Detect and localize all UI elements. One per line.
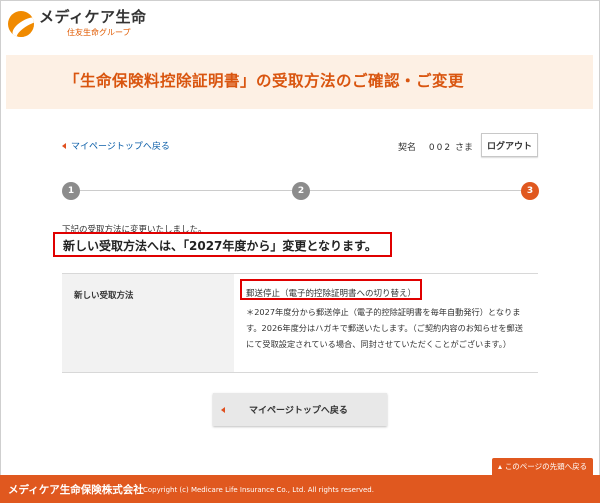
contract-label: 契名	[398, 143, 417, 153]
page-top-label: このページの先頭へ戻る	[504, 462, 588, 471]
table-header-cell: 新しい受取方法	[62, 274, 234, 372]
triangle-left-icon	[221, 406, 225, 413]
logo-mark-icon	[8, 10, 34, 37]
step-1: 1	[62, 182, 80, 200]
contract-suffix: さま	[454, 143, 473, 153]
page-top-button[interactable]: このページの先頭へ戻る	[492, 458, 593, 475]
footer-copyright: Copyright (c) Medicare Life Insurance Co…	[143, 486, 374, 494]
effective-year-message: 新しい受取方法へは、「2027年度から」変更となります。	[63, 239, 377, 253]
brand-name: メディケア生命	[39, 8, 147, 26]
title-band: 「生命保険料控除証明書」の受取方法のご確認・ご変更	[6, 55, 593, 109]
back-button-label: マイページトップへ戻る	[249, 406, 348, 416]
brand-sub: 住友生命グループ	[67, 28, 131, 37]
logo-text: メディケア生命 住友生命グループ	[39, 9, 146, 38]
back-link-label: マイページトップへ戻る	[71, 142, 170, 152]
contract-info: 契名 002 さま	[398, 140, 473, 153]
back-to-top-button[interactable]: マイページトップへ戻る	[213, 393, 387, 426]
table-bottom-border	[62, 372, 538, 373]
back-to-mypage-link[interactable]: マイページトップへ戻る	[62, 139, 170, 152]
triangle-up-icon	[497, 464, 502, 469]
page-title: 「生命保険料控除証明書」の受取方法のご確認・ご変更	[64, 72, 465, 90]
new-method-description: ＊2027年度分から郵送停止（電子的控除証明書を毎年自動発行）となります。202…	[246, 307, 523, 349]
row-label: 新しい受取方法	[74, 291, 134, 301]
step-3-current: 3	[521, 182, 539, 200]
footer-company: メディケア生命保険株式会社	[8, 484, 144, 496]
triangle-left-icon	[62, 142, 66, 149]
contract-number: 002	[428, 143, 453, 153]
company-logo[interactable]: メディケア生命 住友生命グループ	[8, 9, 146, 38]
logout-button[interactable]: ログアウト	[481, 133, 538, 157]
step-2: 2	[292, 182, 310, 200]
footer: メディケア生命保険株式会社 Copyright (c) Medicare Lif…	[0, 475, 600, 503]
new-method-value: 郵送停止（電子的控除証明書への切り替え）	[246, 289, 417, 299]
